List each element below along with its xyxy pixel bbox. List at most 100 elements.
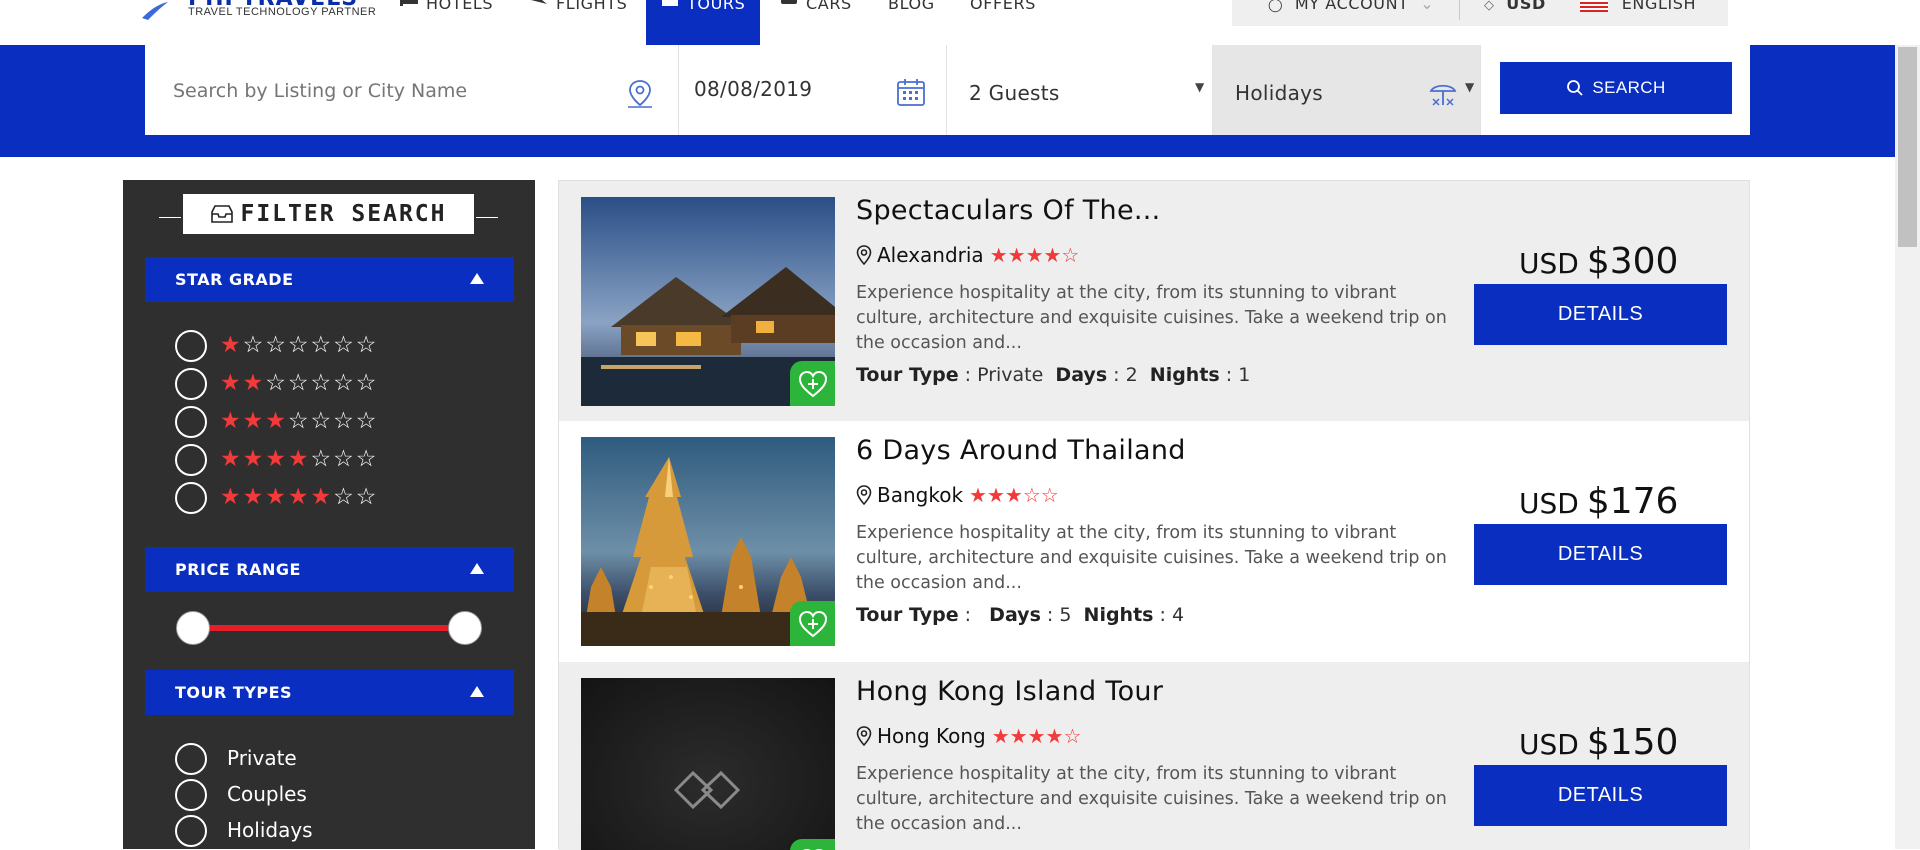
tour-thumbnail[interactable]: [581, 197, 835, 406]
brand-tagline: TRAVEL TECHNOLOGY PARTNER: [188, 6, 376, 18]
star-outline-icon: ☆: [333, 484, 356, 510]
star-filled-icon: ★: [243, 446, 266, 472]
account-bar: ◯ MY ACCOUNT ⌄ ◇ USD ENGLISH: [1232, 0, 1728, 26]
star-grade-radio-5[interactable]: [175, 482, 207, 514]
scrollbar-thumb[interactable]: [1898, 47, 1917, 247]
tour-type-option-label: Private: [227, 746, 297, 770]
nights-value: 1: [1238, 364, 1250, 386]
star-grade-header[interactable]: STAR GRADE: [145, 257, 514, 302]
tour-location-label: Bangkok: [877, 483, 963, 507]
currency-selector[interactable]: ◇ USD: [1484, 0, 1546, 13]
date-value: 08/08/2019: [694, 77, 812, 101]
add-favorite-button[interactable]: [790, 839, 835, 850]
tour-description: Experience hospitality at the city, from…: [856, 281, 1456, 356]
tour-title[interactable]: 6 Days Around Thailand: [856, 435, 1186, 466]
nav-tours[interactable]: TOURS: [646, 0, 760, 45]
star-grade-radio-4[interactable]: [175, 444, 207, 476]
divider: [159, 217, 181, 218]
star-filled-icon: ★: [243, 370, 266, 396]
star-filled-icon: ★: [220, 332, 243, 358]
my-account-dropdown[interactable]: ◯ MY ACCOUNT ⌄: [1268, 0, 1434, 13]
date-field[interactable]: 08/08/2019: [679, 45, 947, 135]
price-min-handle[interactable]: [176, 611, 210, 645]
tour-price: USD$300: [1519, 241, 1769, 281]
star-outline-icon: ☆: [265, 332, 288, 358]
star-row-3: ★★★☆☆☆☆: [220, 405, 378, 437]
add-favorite-button[interactable]: [790, 601, 835, 646]
star-outline-icon: ☆: [333, 332, 356, 358]
map-pin-icon: [856, 485, 872, 505]
map-pin-icon: [856, 726, 872, 746]
nights-key: Nights: [1084, 604, 1154, 626]
tour-type-radio-private[interactable]: [175, 743, 207, 775]
star-outline-icon: ☆: [311, 408, 334, 434]
listing-search-field[interactable]: [145, 45, 679, 135]
price-range-label: PRICE RANGE: [175, 560, 301, 579]
nav-cars-label: CARS: [806, 0, 852, 13]
suitcase-icon: [661, 0, 679, 6]
tour-type-option-label: Couples: [227, 782, 307, 806]
star-row-4: ★★★★☆☆☆: [220, 443, 378, 475]
nav-flights[interactable]: FLIGHTS: [530, 0, 627, 44]
tour-thumbnail[interactable]: [581, 678, 835, 850]
price-amount: $176: [1587, 481, 1679, 522]
tour-title[interactable]: Hong Kong Island Tour: [856, 676, 1163, 707]
star-filled-icon: ★: [265, 446, 288, 472]
nav-offers[interactable]: OFFERS: [970, 0, 1036, 44]
nav-blog[interactable]: BLOG: [888, 0, 935, 44]
search-button[interactable]: SEARCH: [1500, 62, 1732, 114]
listing-search-input[interactable]: [173, 71, 613, 111]
tour-type-key: Tour Type: [856, 604, 959, 626]
tour-types-header[interactable]: TOUR TYPES: [145, 670, 514, 715]
star-outline-icon: ☆: [311, 332, 334, 358]
tour-type-radio-couples[interactable]: [175, 779, 207, 811]
guests-select[interactable]: 2 Guests ▼: [947, 45, 1213, 135]
star-outline-icon: ☆: [333, 446, 356, 472]
star-grade-radio-3[interactable]: [175, 406, 207, 438]
tour-title[interactable]: Spectaculars Of The...: [856, 195, 1161, 226]
divider: [1459, 0, 1460, 20]
details-button[interactable]: DETAILS: [1474, 524, 1727, 585]
user-icon: ◯: [1268, 0, 1283, 13]
tour-type-key: Tour Type: [856, 364, 959, 386]
heart-plus-icon: [798, 610, 828, 638]
caret-down-icon: ▼: [1195, 80, 1204, 94]
language-selector[interactable]: ENGLISH: [1580, 0, 1696, 13]
details-button[interactable]: DETAILS: [1474, 765, 1727, 826]
tour-thumbnail[interactable]: [581, 437, 835, 646]
tour-meta: Tour Type : Private Days : 2 Nights : 1: [856, 364, 1250, 386]
logo-icon: [140, 0, 170, 20]
nights-key: Nights: [1150, 364, 1220, 386]
map-pin-icon: [856, 245, 872, 265]
tour-type-radio-holidays[interactable]: [175, 815, 207, 847]
days-value: 5: [1059, 604, 1071, 626]
star-filled-icon: ★: [288, 484, 311, 510]
tour-description: Experience hospitality at the city, from…: [856, 762, 1456, 837]
price-max-handle[interactable]: [448, 611, 482, 645]
nav-blog-label: BLOG: [888, 0, 935, 13]
tour-card: 6 Days Around Thailand Bangkok ★★★☆☆ Exp…: [559, 421, 1749, 662]
star-grade-radio-1[interactable]: [175, 330, 207, 362]
tour-type-option-label: Holidays: [227, 818, 313, 842]
tour-type-value: Holidays: [1235, 81, 1323, 105]
my-account-label: MY ACCOUNT: [1295, 0, 1409, 13]
star-rating: ★★★★☆: [992, 724, 1082, 748]
tour-price: USD$176: [1519, 481, 1769, 521]
map-pin-icon: [627, 79, 653, 109]
tour-type-select[interactable]: Holidays ▼: [1213, 45, 1481, 135]
beach-umbrella-icon: [1428, 79, 1458, 109]
price-range-track[interactable]: [193, 625, 465, 631]
star-outline-icon: ☆: [311, 370, 334, 396]
star-outline-icon: ☆: [288, 332, 311, 358]
tour-meta: Tour Type : Days : 5 Nights : 4: [856, 604, 1184, 626]
details-button[interactable]: DETAILS: [1474, 284, 1727, 345]
nav-cars[interactable]: CARS: [780, 0, 852, 44]
add-favorite-button[interactable]: [790, 361, 835, 406]
nav-tours-label: TOURS: [687, 0, 745, 13]
car-icon: [780, 0, 798, 6]
nav-hotels[interactable]: HOTELS: [400, 0, 493, 44]
star-outline-icon: ☆: [311, 446, 334, 472]
star-grade-radio-2[interactable]: [175, 368, 207, 400]
tour-type-value: Private: [977, 364, 1043, 386]
price-range-header[interactable]: PRICE RANGE: [145, 547, 514, 592]
